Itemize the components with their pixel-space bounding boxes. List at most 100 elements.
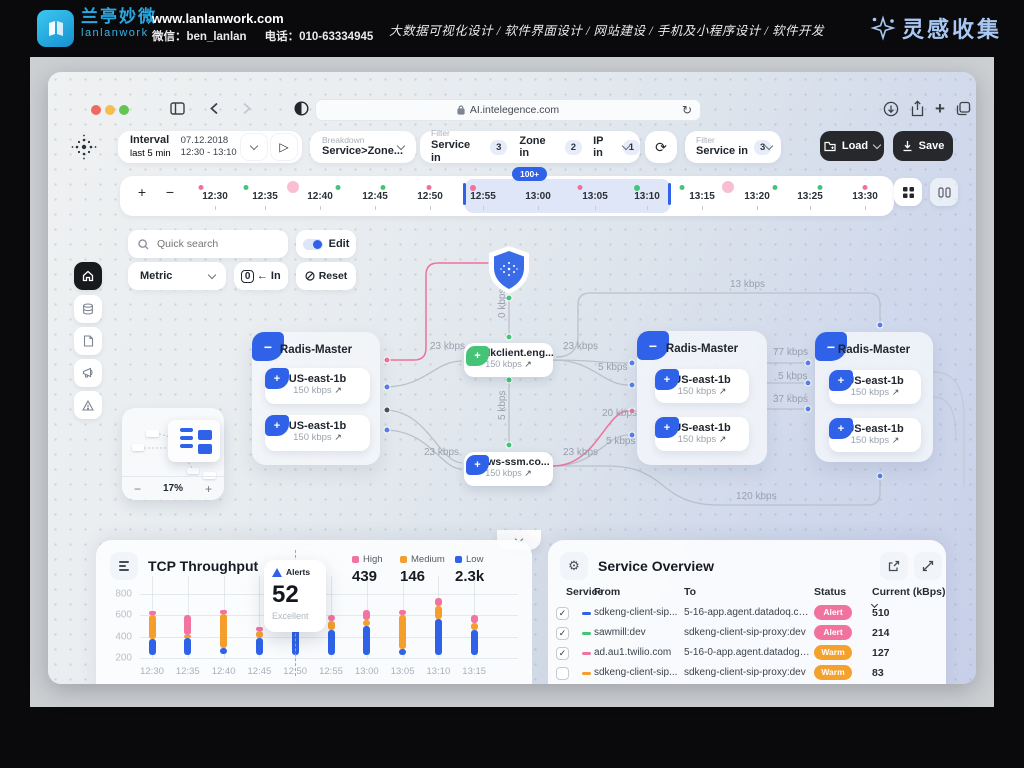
- collection-label: 灵感收集: [902, 12, 1002, 44]
- minimap[interactable]: − 17% +: [122, 408, 224, 500]
- trend-arrow-icon: ↗: [719, 386, 727, 396]
- brand-wechat: 微信：ben_lanlan: [152, 31, 247, 43]
- node-card-us-east[interactable]: + US-east-1b 150 kbps ↗: [829, 370, 921, 404]
- service-table: ✓ sdkeng-client-sip... 5-16-app.agent.da…: [548, 540, 946, 684]
- bar-segment-medium: [149, 615, 156, 638]
- node-card-us-east[interactable]: + US-east-1b 150 kbps ↗: [265, 415, 370, 451]
- brand-phone: 电话：010-63334945: [265, 31, 374, 43]
- cell-from: sdkeng-client-sip...: [594, 667, 680, 678]
- cell-current: 83: [872, 667, 884, 679]
- legend-item: Low 2.3k: [455, 554, 484, 585]
- table-row[interactable]: ✓ sawmill:dev sdkeng-client-sip-proxy:de…: [548, 624, 946, 644]
- group-title: Radis-Master: [815, 344, 933, 356]
- x-axis-label: 12:30: [140, 666, 164, 677]
- legend-value: 439: [352, 568, 383, 585]
- brand-logo-icon: [37, 10, 74, 47]
- x-axis-label: 12:55: [319, 666, 343, 677]
- cell-from: sawmill:dev: [594, 627, 680, 638]
- edge-traffic-label: 23 kbps: [424, 447, 459, 458]
- series-color-dash: [582, 632, 591, 635]
- legend-value: 2.3k: [455, 568, 484, 585]
- status-badge: Warm: [814, 665, 852, 680]
- cell-to: sdkeng-client-sip-proxy:dev: [684, 667, 810, 678]
- minimap-zoom-out-button[interactable]: −: [134, 482, 141, 496]
- tooltip-value: 52: [272, 581, 318, 609]
- bar-segment-high: [149, 611, 156, 615]
- node-card-sdkclient[interactable]: + sdkclient.eng... 150 kbps ↗: [464, 343, 553, 377]
- cell-current: 214: [872, 627, 890, 639]
- row-checkbox[interactable]: [556, 667, 569, 680]
- legend-label: High: [363, 554, 383, 565]
- trend-arrow-icon: ↗: [524, 468, 532, 478]
- status-badge: Warm: [814, 645, 852, 660]
- edge-traffic-label: 20 kbps: [602, 408, 637, 419]
- node-card-aws-ssm[interactable]: + aws-ssm.co... 150 kbps ↗: [464, 452, 553, 486]
- cell-to: 5-16-app.agent.datadoq.com: [684, 607, 810, 618]
- services-tagline: 大数据可视化设计 / 软件界面设计 / 网站建设 / 手机及小程序设计 / 软件…: [389, 20, 824, 39]
- table-row[interactable]: ✓ ad.au1.twilio.com 5-16-0-app.agent.dat…: [548, 644, 946, 664]
- edge-traffic-label: 5 kbps: [497, 391, 508, 420]
- edge-traffic-label: 23 kbps: [563, 341, 598, 352]
- bar-segment-high: [220, 610, 227, 614]
- x-axis-label: 13:15: [462, 666, 486, 677]
- group-card-radis-master[interactable]: − Radis-Master + US-east-1b 150 kbps ↗ +…: [252, 332, 380, 465]
- trend-arrow-icon: ↗: [524, 359, 532, 369]
- cell-from: sdkeng-client-sip...: [594, 607, 680, 618]
- series-color-dash: [582, 652, 591, 655]
- node-card-us-east[interactable]: + US-east-1b 150 kbps ↗: [655, 369, 749, 403]
- bar-segment-low: [256, 638, 263, 655]
- legend-label: Medium: [411, 554, 445, 565]
- y-axis-label: 800: [106, 589, 132, 600]
- brand-website: www.lanlanwork.com: [152, 9, 391, 29]
- minimap-viewport[interactable]: [168, 420, 220, 462]
- edge-traffic-label: 5 kbps: [598, 362, 627, 373]
- bar-segment-low: [184, 638, 191, 655]
- bar-segment-medium: [435, 606, 442, 619]
- edge-traffic-label: 23 kbps: [563, 447, 598, 458]
- group-title: Radis-Master: [252, 344, 380, 356]
- node-card-us-east[interactable]: + US-east-1b 150 kbps ↗: [265, 368, 370, 404]
- tooltip-title: Alerts: [286, 567, 310, 577]
- browser-window: AI.intelegence.com ↻ + Interval last 5 m…: [48, 72, 976, 684]
- node-name: aws-ssm.co...: [478, 456, 553, 468]
- tcp-throughput-panel: TCP Throughput 80060040020012:3012:3512:…: [96, 540, 532, 684]
- row-checkbox[interactable]: ✓: [556, 647, 569, 660]
- x-axis-label: 12:45: [248, 666, 272, 677]
- edge-traffic-label: 120 kbps: [736, 491, 777, 502]
- minimap-zoom-in-button[interactable]: +: [205, 482, 212, 496]
- status-badge: Alert: [814, 605, 852, 620]
- bar-segment-medium: [184, 635, 191, 638]
- edge-traffic-label: 77 kbps: [773, 347, 808, 358]
- table-row[interactable]: sdkeng-client-sip... sdkeng-client-sip-p…: [548, 664, 946, 684]
- bar-segment-medium: [256, 631, 263, 637]
- gridline: [140, 658, 518, 659]
- bar-segment-low: [471, 630, 478, 655]
- legend-label: Low: [466, 554, 483, 565]
- bar-segment-high: [328, 615, 335, 620]
- sparkle-star-icon: [870, 15, 896, 41]
- promo-banner: 兰亭妙微 lanlanwork www.lanlanwork.com 微信：be…: [0, 0, 1024, 57]
- series-color-dash: [582, 612, 591, 615]
- service-overview-panel: ⚙ Service Overview Service From To Statu…: [548, 540, 946, 684]
- row-checkbox[interactable]: ✓: [556, 627, 569, 640]
- row-checkbox[interactable]: ✓: [556, 607, 569, 620]
- security-shield-node[interactable]: [485, 244, 533, 296]
- group-card-radis-master[interactable]: − Radis-Master + US-east-1b 150 kbps ↗ +…: [637, 331, 767, 465]
- bar-segment-high: [256, 627, 263, 631]
- cell-to: sdkeng-client-sip-proxy:dev: [684, 627, 810, 638]
- status-badge: Alert: [814, 625, 852, 640]
- node-card-us-east[interactable]: + US-east-1b 150 kbps ↗: [655, 417, 749, 451]
- legend-value: 146: [400, 568, 445, 585]
- zoom-level: 17%: [163, 483, 183, 494]
- brand-name-cn: 兰亭妙微: [81, 8, 157, 27]
- y-axis-label: 400: [106, 631, 132, 642]
- minimap-node-active: [180, 436, 193, 440]
- x-axis-label: 13:05: [391, 666, 415, 677]
- node-name: sdkclient.eng...: [478, 347, 553, 359]
- trend-arrow-icon: ↗: [334, 432, 342, 442]
- table-row[interactable]: ✓ sdkeng-client-sip... 5-16-app.agent.da…: [548, 604, 946, 624]
- group-card-radis-master[interactable]: − Radis-Master + US-east-1b 150 kbps ↗ +…: [815, 332, 933, 462]
- edge-traffic-label: 37 kbps: [773, 394, 808, 405]
- node-card-us-east[interactable]: + US-east-1b 150 kbps ↗: [829, 418, 921, 452]
- bar-segment-low: [220, 648, 227, 653]
